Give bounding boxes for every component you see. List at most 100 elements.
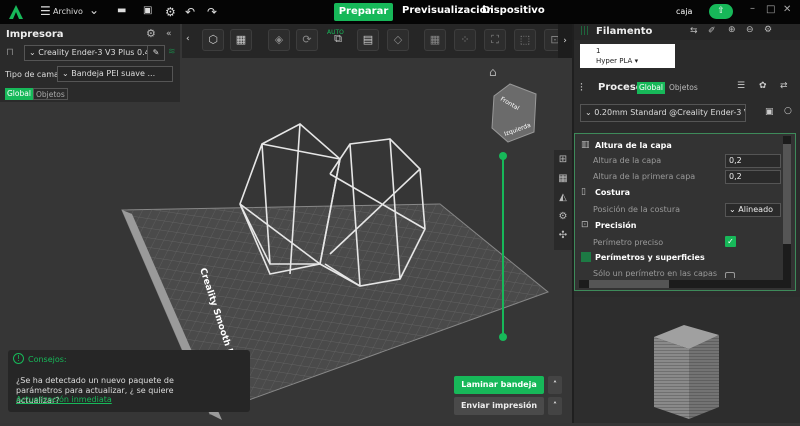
close-button[interactable]: ✕	[783, 4, 791, 15]
toolbar: ‹ ⬡ ▦ ◈ ⟳ AUTO ⧉ ▤ ◇ ▦ ⁘ ⛶ ⬚ ⊡	[182, 24, 572, 58]
filament-brush-icon[interactable]: ✐	[708, 26, 716, 36]
printer-name: Creality Ender-3 V3 Plus 0.4.	[38, 48, 148, 57]
tab-objetos[interactable]: Objetos	[33, 88, 68, 100]
compare-icon[interactable]: ⇄	[780, 81, 788, 91]
horizontal-scrollbar[interactable]	[579, 280, 791, 288]
slice-options-icon[interactable]: ˄	[548, 376, 562, 394]
precision-icon: ⊡	[581, 220, 589, 230]
model-preview	[574, 297, 800, 423]
first-layer-height-label: Altura de la primera capa	[593, 172, 696, 181]
brush-icon[interactable]: ✿	[759, 81, 767, 91]
section-walls: Perímetros y superficies	[595, 253, 705, 262]
single-wall-checkbox[interactable]	[725, 272, 735, 278]
seam-icon: ▯	[581, 187, 586, 197]
undo-icon[interactable]: ↶	[185, 5, 195, 19]
cut-icon[interactable]: ⬚	[514, 29, 536, 51]
arrange-objects-icon[interactable]: ⁘	[454, 29, 476, 51]
filament-settings-icon[interactable]: ⚙	[764, 25, 772, 35]
update-now-link[interactable]: Actualización inmediata	[16, 395, 112, 404]
auto-orient-icon[interactable]: AUTO ⧉	[327, 29, 349, 51]
slider-bottom-handle[interactable]	[499, 333, 507, 341]
bed-type-value: Bandeja PEI suave ...	[71, 69, 156, 78]
process-icon: ⫶	[580, 81, 583, 94]
list-icon[interactable]: ☰	[737, 81, 745, 91]
tab-preparar[interactable]: Preparar	[334, 3, 393, 21]
minimize-button[interactable]: –	[750, 3, 755, 14]
expand-right-icon[interactable]: ›	[558, 24, 572, 58]
menu-archivo[interactable]: Archivo	[53, 7, 83, 16]
project-name: caja	[676, 7, 693, 16]
collapse-left-icon[interactable]: ‹	[186, 34, 190, 44]
add-plate-icon[interactable]: ▦	[230, 29, 252, 51]
printer-settings-icon[interactable]: ⚙	[146, 27, 156, 40]
home-icon[interactable]: ⌂	[489, 65, 497, 79]
seam-position-label: Posición de la costura	[593, 205, 681, 214]
layout-icon[interactable]: ▤	[357, 29, 379, 51]
slider-top-handle[interactable]	[499, 152, 507, 160]
layer-height-icon: ▥	[581, 140, 590, 150]
filament-slot[interactable]: 1 Hyper PLA ▾	[580, 44, 675, 68]
grid-icon[interactable]: ▦	[554, 169, 572, 188]
support-icon[interactable]: ◭	[554, 188, 572, 207]
wifi-icon[interactable]: ≋	[168, 47, 176, 57]
arrange-icon[interactable]: ✣	[554, 226, 572, 245]
search-icon[interactable]: ○	[784, 106, 792, 116]
remove-filament-icon[interactable]: ⊖	[746, 25, 754, 35]
tab-dispositivo[interactable]: Dispositivo	[482, 5, 545, 16]
tips-title: Consejos:	[28, 355, 67, 364]
chevron-down-icon[interactable]: ⌄	[89, 3, 99, 17]
layer-height-input[interactable]: 0,2	[725, 154, 781, 168]
scale-icon[interactable]: ⛶	[484, 29, 506, 51]
auto-label: AUTO	[327, 29, 344, 36]
printer-select[interactable]: ⌄ Creality Ender-3 V3 Plus 0.4.	[24, 45, 148, 61]
filament-slot-number: 1	[596, 47, 601, 55]
first-layer-height-input[interactable]: 0,2	[725, 170, 781, 184]
erase-icon[interactable]: ◇	[387, 29, 409, 51]
redo-icon[interactable]: ↷	[207, 5, 217, 19]
cloud-upload-button[interactable]: ⇧	[709, 4, 733, 19]
maximize-button[interactable]: □	[766, 4, 775, 15]
send-print-button[interactable]: Enviar impresión	[454, 397, 544, 415]
section-seam: Costura	[595, 188, 630, 197]
settings-icon[interactable]: ⚙	[165, 5, 176, 19]
vertical-scrollbar[interactable]	[783, 136, 791, 280]
settings-list: ▥ Altura de la capa Altura de la capa 0,…	[574, 133, 796, 291]
filament-sync-icon[interactable]: ⇆	[690, 26, 698, 36]
gear-icon[interactable]: ⚙	[554, 207, 572, 226]
filament-icon: |||	[580, 26, 590, 36]
info-icon: !	[13, 353, 24, 364]
process-tab-global[interactable]: Global	[637, 82, 665, 94]
gizmo-icon[interactable]: ⊞	[554, 150, 572, 169]
process-tab-objetos[interactable]: Objetos	[667, 82, 700, 94]
process-preset-select[interactable]: ⌄ 0.20mm Standard @Creality Ender-3 V3 .…	[580, 104, 746, 122]
precise-wall-checkbox[interactable]: ✓	[725, 236, 736, 247]
layer-height-label: Altura de la capa	[593, 156, 662, 165]
seam-position-select[interactable]: ⌄ Alineado	[725, 203, 781, 217]
printer-title: Impresora	[6, 29, 64, 40]
send-options-icon[interactable]: ˄	[548, 397, 562, 415]
menu-icon[interactable]: ☰	[40, 4, 51, 18]
add-filament-icon[interactable]: ⊕	[728, 25, 736, 35]
tips-panel: ! Consejos: ¿Se ha detectado un nuevo pa…	[8, 350, 250, 412]
split-icon[interactable]: ▦	[424, 29, 446, 51]
precise-wall-label: Perímetro preciso	[593, 238, 664, 247]
filament-title: Filamento	[596, 26, 653, 37]
process-preset-value: 0.20mm Standard @Creality Ender-3 V3 ...	[594, 108, 745, 117]
bed-type-select[interactable]: ⌄ Bandeja PEI suave ...	[57, 66, 173, 82]
orient-icon[interactable]: ◈	[268, 29, 290, 51]
app-logo-icon	[9, 5, 23, 19]
bed-type-label: Tipo de cama	[5, 70, 59, 79]
section-precision: Precisión	[595, 221, 637, 230]
open-folder-icon[interactable]: ▬	[117, 5, 126, 16]
tab-global[interactable]: Global	[5, 88, 33, 100]
add-model-icon[interactable]: ⬡	[202, 29, 224, 51]
printer-icon: ⊓	[6, 47, 14, 58]
cube-preview	[654, 325, 719, 419]
rotate-icon[interactable]: ⟳	[296, 29, 318, 51]
collapse-panel-icon[interactable]: «	[166, 29, 172, 39]
edit-printer-icon[interactable]: ✎	[147, 45, 165, 61]
slice-plate-button[interactable]: Laminar bandeja	[454, 376, 544, 394]
save-icon[interactable]: ▣	[143, 5, 152, 16]
save-preset-icon[interactable]: ▣	[765, 107, 774, 117]
tab-previsualizacion[interactable]: Previsualización	[402, 5, 494, 16]
